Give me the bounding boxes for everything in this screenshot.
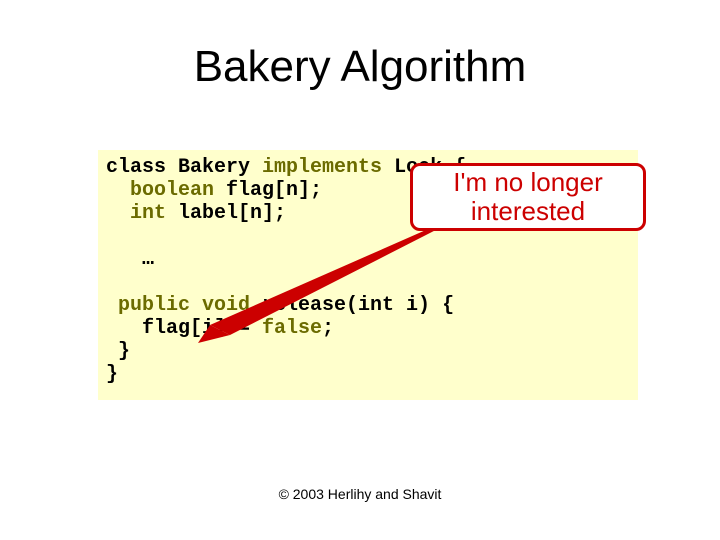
code-line-10: } bbox=[106, 363, 118, 386]
code-line-8a: flag[i] = bbox=[106, 317, 262, 340]
code-kw-false: false bbox=[262, 317, 322, 340]
callout-box: I'm no longer interested bbox=[410, 163, 646, 231]
slide-title: Bakery Algorithm bbox=[0, 42, 720, 92]
code-line-5: … bbox=[106, 248, 154, 271]
code-kw-implements: implements bbox=[262, 156, 382, 179]
code-line-2b: flag[n]; bbox=[214, 179, 322, 202]
code-line-7b: release bbox=[250, 294, 346, 317]
code-line-8c: ; bbox=[322, 317, 334, 340]
code-kw-public-void: public void bbox=[106, 294, 250, 317]
code-line-7c: (int i) { bbox=[346, 294, 454, 317]
code-line-9: } bbox=[106, 340, 130, 363]
code-line-3b: label[n]; bbox=[166, 202, 286, 225]
footer-copyright: © 2003 Herlihy and Shavit bbox=[0, 486, 720, 502]
code-line-1a: class Bakery bbox=[106, 156, 262, 179]
code-kw-boolean: boolean bbox=[106, 179, 214, 202]
slide: Bakery Algorithm class Bakery implements… bbox=[0, 0, 720, 540]
callout-text: I'm no longer interested bbox=[419, 168, 637, 225]
code-kw-int: int bbox=[106, 202, 166, 225]
